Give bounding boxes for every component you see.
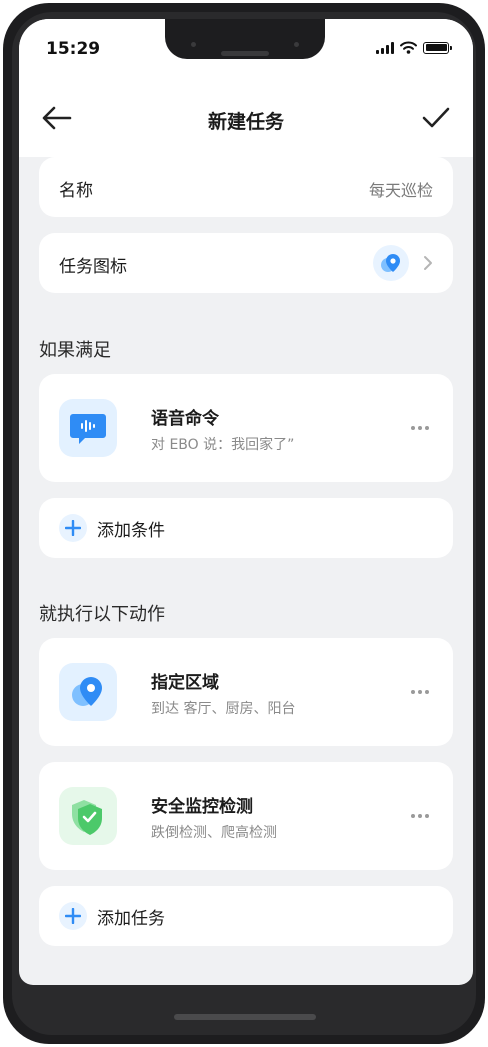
plus-icon	[59, 514, 87, 542]
action-item-security-title: 安全监控检测	[151, 797, 253, 817]
more-options-icon[interactable]	[411, 814, 429, 818]
more-options-icon[interactable]	[411, 690, 429, 694]
location-pin-icon	[72, 677, 102, 706]
add-action-label: 添加任务	[97, 909, 165, 929]
location-pin-icon	[381, 254, 400, 272]
action-item-area-tile	[59, 663, 117, 721]
page-title: 新建任务	[207, 111, 284, 133]
voice-message-icon	[70, 414, 106, 444]
cellular-signal-icon	[376, 41, 394, 54]
navbar: 新建任务	[19, 77, 473, 157]
action-item-area[interactable]: 指定区域 到达 客厅、厨房、阳台	[39, 638, 453, 746]
chevron-right-icon	[424, 256, 432, 270]
status-time: 15:29	[46, 39, 101, 59]
action-item-security-subtitle: 跌倒检测、爬高检测	[151, 825, 277, 841]
wifi-icon	[400, 41, 417, 54]
condition-item[interactable]: 语音命令 对 EBO 说：我回家了”	[39, 374, 453, 482]
condition-item-subtitle: 对 EBO 说：我回家了”	[151, 437, 295, 453]
shield-check-icon	[72, 800, 102, 835]
task-icon-label: 任务图标	[59, 257, 127, 277]
task-icon-preview[interactable]	[373, 245, 409, 281]
add-action-button[interactable]: 添加任务	[39, 886, 453, 946]
plus-icon	[59, 902, 87, 930]
action-item-area-subtitle: 到达 客厅、厨房、阳台	[151, 701, 296, 717]
screen: 15:29 新建任务 名称 每天巡检 任务图标 如果满足 语音命令 对 EBO …	[19, 19, 473, 985]
add-condition-button[interactable]: 添加条件	[39, 498, 453, 558]
condition-item-title: 语音命令	[151, 409, 219, 429]
name-label: 名称	[59, 181, 93, 201]
name-row[interactable]: 名称 每天巡检	[39, 157, 453, 217]
checkmark-icon[interactable]	[421, 105, 451, 131]
condition-item-tile	[59, 399, 117, 457]
task-icon-row[interactable]: 任务图标	[39, 233, 453, 293]
conditions-title: 如果满足	[39, 340, 111, 361]
phone-notch	[165, 19, 325, 59]
status-icons	[376, 41, 452, 54]
actions-title: 就执行以下动作	[39, 604, 165, 625]
name-value[interactable]: 每天巡检	[369, 177, 433, 201]
home-indicator[interactable]	[174, 1014, 316, 1020]
more-options-icon[interactable]	[411, 426, 429, 430]
battery-icon	[423, 41, 452, 54]
action-item-area-title: 指定区域	[151, 673, 219, 693]
action-item-security[interactable]: 安全监控检测 跌倒检测、爬高检测	[39, 762, 453, 870]
add-condition-label: 添加条件	[97, 521, 165, 541]
action-item-security-tile	[59, 787, 117, 845]
